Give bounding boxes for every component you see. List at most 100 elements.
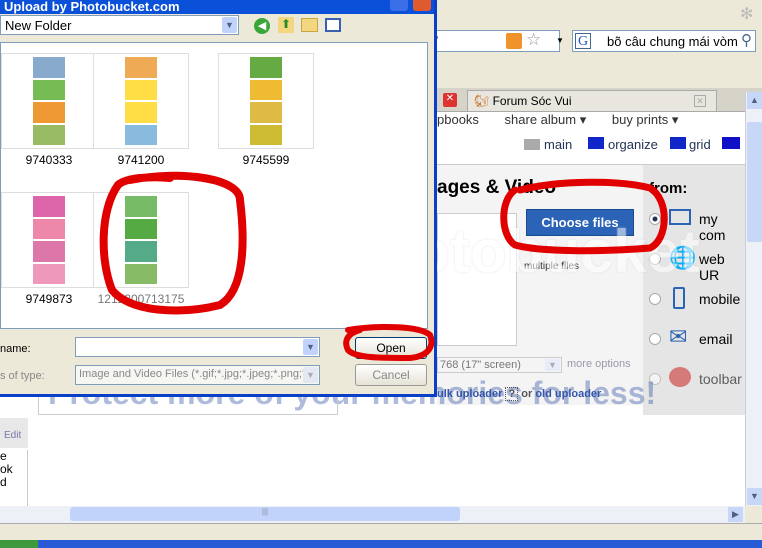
rss-icon[interactable] — [506, 33, 522, 49]
cancel-button[interactable]: Cancel — [355, 364, 427, 386]
old-uploader-link[interactable]: old uploader — [535, 388, 601, 400]
filetype-label: s of type: — [0, 370, 45, 382]
radio-selected[interactable] — [649, 213, 661, 225]
resize-value: 768 (17" screen) — [440, 359, 521, 371]
search-input[interactable]: bõ câu chung mái vòm — [607, 34, 738, 49]
start-button[interactable] — [0, 540, 38, 548]
source-label: web UR — [699, 251, 725, 283]
tab-bar: ✕ 🐿 Forum Sóc Vui ✕ ▼ — [437, 88, 762, 112]
help-button[interactable] — [390, 0, 408, 11]
view-grid[interactable]: grid — [689, 137, 711, 152]
comic-strip-image — [250, 57, 282, 145]
top-menu: pbooks share album ▾ buy prints ▾ — [437, 112, 678, 128]
organize-icon — [588, 137, 604, 149]
new-folder-icon[interactable] — [301, 18, 318, 32]
source-panel: from: my com 🌐 web UR mobile ✉ email toolb… — [643, 165, 745, 415]
or-text: or — [521, 388, 533, 400]
address-dropdown-icon[interactable]: ▼ — [556, 36, 564, 45]
menu-buy-prints[interactable]: buy prints ▾ — [612, 112, 679, 127]
taskbar — [0, 540, 762, 548]
scroll-up-icon[interactable]: ▲ — [747, 92, 762, 109]
comic-strip-image — [125, 196, 157, 284]
radio[interactable] — [649, 253, 661, 265]
star-icon[interactable]: ☆ — [526, 30, 541, 50]
source-label: mobile — [699, 291, 741, 307]
scroll-right-icon[interactable]: ▶ — [728, 507, 743, 522]
envelope-icon: ✉ — [669, 324, 688, 349]
file-open-dialog: Upload by Photobucket.com New Folder ▼ ◀ … — [0, 0, 437, 397]
open-button[interactable]: Open — [355, 337, 427, 359]
horizontal-scrollbar[interactable]: ||| ▶ — [0, 506, 745, 523]
file-thumbnail[interactable] — [93, 192, 189, 288]
content-box — [38, 397, 338, 415]
view-main[interactable]: main — [544, 137, 572, 152]
radio[interactable] — [649, 333, 661, 345]
dropdown-arrow-icon: ▼ — [222, 17, 237, 33]
search-box[interactable]: G bõ câu chung mái vòm ⚲ — [572, 30, 756, 52]
dropdown-arrow-icon: ▼ — [303, 367, 318, 383]
file-thumbnail[interactable] — [218, 53, 314, 149]
bulk-uploader-link[interactable]: ulk uploader — [437, 388, 502, 400]
filename-input[interactable]: ▼ — [75, 337, 320, 357]
upload-heading: ages & Video — [437, 177, 556, 198]
help-icon[interactable]: ? — [505, 387, 519, 401]
radio[interactable] — [649, 293, 661, 305]
dialog-titlebar: Upload by Photobucket.com — [0, 0, 434, 14]
file-thumbnail[interactable] — [1, 53, 97, 149]
comic-strip-image — [33, 57, 65, 145]
up-folder-icon[interactable]: ⬆ — [278, 17, 294, 33]
choose-files-button[interactable]: Choose files — [526, 209, 634, 236]
resize-select[interactable]: 768 (17" screen) ▼ — [437, 357, 562, 373]
hscroll-thumb[interactable]: ||| — [70, 507, 460, 521]
magnifier-icon[interactable]: ⚲ — [741, 31, 752, 49]
menu-photobooks[interactable]: pbooks — [437, 112, 479, 127]
file-thumbnail[interactable] — [1, 192, 97, 288]
status-bar — [0, 523, 762, 540]
throbber-icon: ✻ — [740, 6, 754, 23]
file-item[interactable]: 9741200 — [93, 53, 201, 167]
dialog-title: Upload by Photobucket.com — [4, 0, 180, 14]
view-bar: main organize grid — [437, 129, 745, 165]
scroll-down-icon[interactable]: ▼ — [747, 488, 762, 505]
folder-name: New Folder — [5, 18, 72, 33]
dropdown-arrow-icon: ▼ — [303, 339, 318, 355]
filename-label: name: — [0, 343, 31, 355]
google-icon[interactable]: G — [575, 33, 591, 49]
computer-icon — [669, 209, 691, 225]
look-in-combo[interactable]: New Folder ▼ — [0, 15, 239, 35]
file-list: 9740333 9741200 9745599 9749873 121220071317… — [0, 42, 428, 329]
file-name: 9741200 — [117, 153, 165, 167]
grid-icon — [670, 137, 686, 149]
file-thumbnail[interactable] — [93, 53, 189, 149]
phone-icon — [673, 287, 685, 309]
sidebar-item[interactable]: d — [0, 476, 27, 489]
more-options-link[interactable]: more options — [567, 358, 631, 370]
from-label: from: — [649, 180, 688, 197]
sidebar: e ok d — [0, 450, 28, 506]
dropdown-arrow-icon: ▼ — [545, 359, 560, 371]
menu-share-album[interactable]: share album ▾ — [505, 112, 587, 127]
ask-icon — [669, 367, 691, 387]
multiple-files-note: multiple files — [524, 261, 580, 272]
tab-close-icon[interactable]: ✕ — [694, 95, 706, 107]
main-view-icon — [524, 139, 540, 150]
vertical-scrollbar[interactable]: ▲ ▼ — [745, 92, 762, 506]
scroll-thumb[interactable] — [747, 122, 762, 242]
back-icon[interactable]: ◀ — [254, 18, 270, 34]
source-label: toolbar — [699, 371, 742, 387]
file-name: 1212200713175 — [97, 292, 185, 306]
close-tab-icon[interactable]: ✕ — [443, 93, 457, 107]
close-button[interactable] — [413, 0, 431, 11]
view-organize[interactable]: organize — [608, 137, 658, 152]
squirrel-icon: 🐿 — [474, 94, 490, 108]
filetype-value: Image and Video Files (*.gif;*.jpg;*.jpe… — [79, 368, 312, 380]
sidebar-edit-link[interactable]: Edit — [0, 418, 28, 448]
source-label: my com — [699, 211, 726, 243]
filetype-select[interactable]: Image and Video Files (*.gif;*.jpg;*.jpe… — [75, 365, 320, 385]
views-menu-icon[interactable] — [325, 18, 341, 32]
comic-strip-image — [125, 57, 157, 145]
tab-label: Forum Sóc Vui — [492, 94, 572, 108]
file-item[interactable]: 9745599 — [218, 53, 326, 167]
file-item[interactable]: 1212200713175 — [93, 192, 201, 306]
tab-forum[interactable]: 🐿 Forum Sóc Vui ✕ — [467, 90, 717, 111]
